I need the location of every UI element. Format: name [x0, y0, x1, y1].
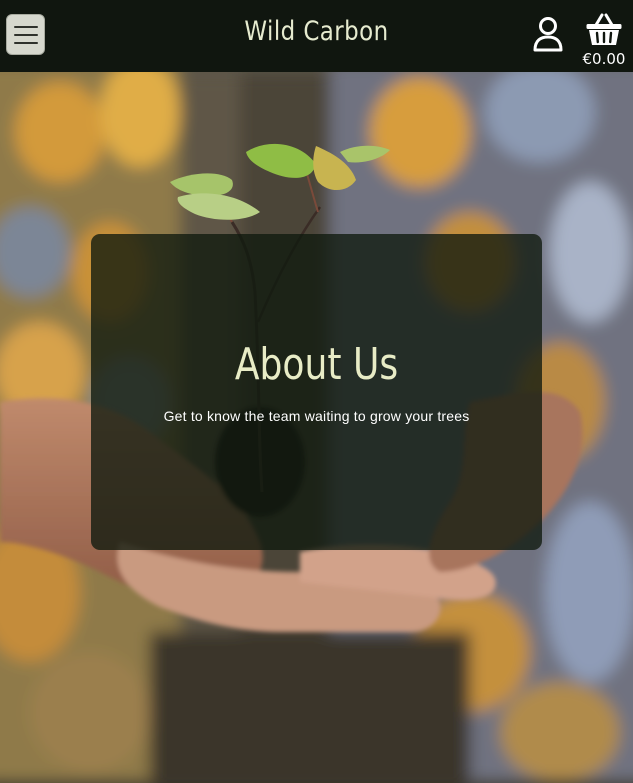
basket-total: €0.00 [582, 50, 626, 68]
navbar: Wild Carbon €0.00 [0, 0, 633, 72]
page-title: About Us [234, 339, 399, 390]
hero-subtitle: Get to know the team waiting to grow you… [163, 408, 470, 424]
hero-card: About Us Get to know the team waiting to… [91, 234, 542, 550]
hamburger-menu-icon-bar [13, 33, 38, 36]
menu-toggle-button[interactable] [6, 14, 45, 55]
user-icon[interactable] [532, 16, 564, 52]
brand-logo-link[interactable]: Wild Carbon [47, 16, 585, 47]
basket-icon [586, 13, 622, 45]
hero-section: About Us Get to know the team waiting to… [0, 72, 633, 783]
hamburger-menu-icon [13, 25, 38, 28]
hamburger-menu-icon-bar [13, 41, 38, 44]
basket-link[interactable]: €0.00 [580, 12, 628, 68]
